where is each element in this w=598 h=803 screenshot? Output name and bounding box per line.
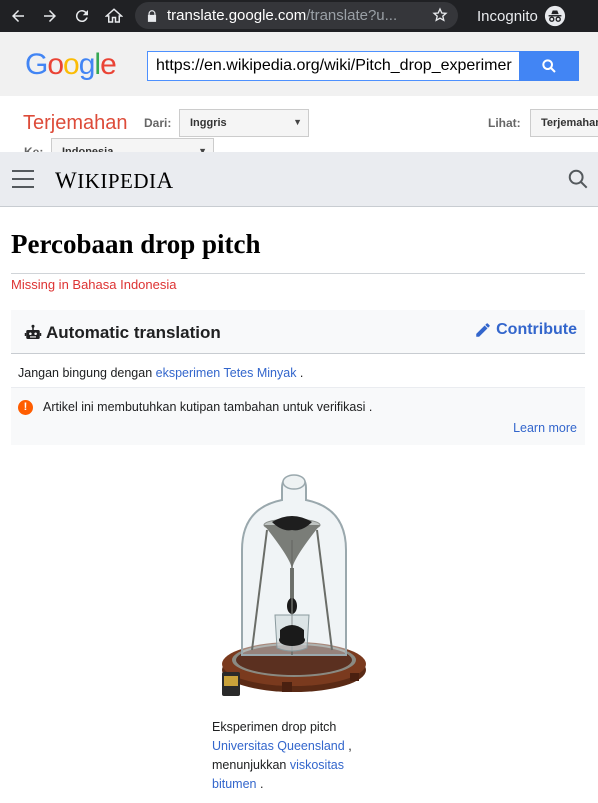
caption-link-viscosity[interactable]: viskositas (290, 758, 344, 772)
translate-search-button[interactable] (519, 51, 579, 81)
browser-toolbar: translate.google.com/translate?u... Inco… (0, 0, 598, 32)
forward-arrow-icon (44, 10, 56, 22)
address-bar[interactable]: translate.google.com/translate?u... (135, 2, 458, 29)
pitch-drop-image[interactable] (212, 470, 377, 702)
hatnote-text: Jangan bingung dengan (18, 366, 156, 380)
figure-caption: Eksperimen drop pitch Universitas Queens… (212, 718, 382, 794)
hatnote-link[interactable]: eksperimen Tetes Minyak (156, 366, 297, 380)
reload-button[interactable] (66, 0, 98, 32)
view-value: Terjemahan (541, 117, 598, 129)
incognito-label: Incognito (477, 7, 538, 25)
back-arrow-icon (12, 10, 24, 22)
mt-header: Automatic translation Contribute (11, 310, 585, 354)
caption-text-2: menunjukkan (212, 758, 290, 772)
translate-options-bar: Terjemahan Dari: Inggris ▼ Lihat: Terjem… (0, 96, 598, 166)
translate-header: Google https://en.wikipedia.org/wiki/Pit… (0, 32, 598, 96)
pencil-icon (476, 323, 490, 337)
hatnote: Jangan bingung dengan eksperimen Tetes M… (11, 354, 585, 388)
menu-icon[interactable] (12, 170, 34, 188)
google-logo[interactable]: Google (25, 48, 117, 82)
translate-title[interactable]: Terjemahan (23, 112, 128, 135)
issue-notice: ! Artikel ini membutuhkan kutipan tambah… (11, 388, 585, 445)
incognito-icon (544, 5, 565, 27)
caption-text: Eksperimen drop pitch (212, 720, 337, 734)
translate-url-input[interactable]: https://en.wikipedia.org/wiki/Pitch_drop… (147, 51, 520, 81)
wikipedia-header: WIKIPEDIA (0, 152, 598, 207)
from-language-select[interactable]: Inggris ▼ (179, 109, 309, 137)
robot-icon (24, 324, 42, 339)
automatic-translation-box: Automatic translation Contribute Jangan … (11, 310, 585, 445)
caption-link-university[interactable]: Universitas Queensland (212, 739, 345, 753)
home-icon (105, 8, 123, 23)
forward-button[interactable] (34, 0, 66, 32)
reload-icon (75, 10, 88, 23)
hatnote-suffix: . (296, 366, 304, 380)
missing-language-note: Missing in Bahasa Indonesia (11, 277, 177, 292)
back-button[interactable] (2, 0, 34, 32)
address-url: translate.google.com/translate?u... (167, 7, 398, 24)
wikipedia-wordmark[interactable]: WIKIPEDIA (55, 168, 174, 194)
caption-link-bitumen[interactable]: bitumen (212, 777, 256, 791)
contribute-button[interactable]: Contribute (474, 321, 577, 339)
caption-period: . (256, 777, 264, 791)
view-select[interactable]: Terjemahan (530, 109, 598, 137)
search-icon (542, 59, 556, 73)
lock-icon (147, 9, 157, 22)
from-language-value: Inggris (190, 117, 227, 129)
mt-title: Automatic translation (46, 323, 221, 342)
incognito-indicator[interactable]: Incognito (477, 0, 566, 32)
learn-more-link[interactable]: Learn more (513, 421, 577, 435)
home-button[interactable] (98, 0, 130, 32)
caption-comma: , (344, 739, 352, 753)
warning-icon: ! (18, 400, 33, 415)
bookmark-star-icon[interactable] (432, 7, 448, 23)
warning-text[interactable]: Artikel ini membutuhkan kutipan tambahan… (43, 400, 372, 414)
contribute-label: Contribute (496, 321, 577, 338)
search-icon[interactable] (567, 168, 589, 190)
page-title: Percobaan drop pitch (11, 229, 261, 259)
title-divider (11, 273, 585, 274)
from-label: Dari: (144, 116, 172, 130)
view-label: Lihat: (488, 116, 521, 130)
dropdown-arrow-icon: ▼ (293, 117, 302, 127)
